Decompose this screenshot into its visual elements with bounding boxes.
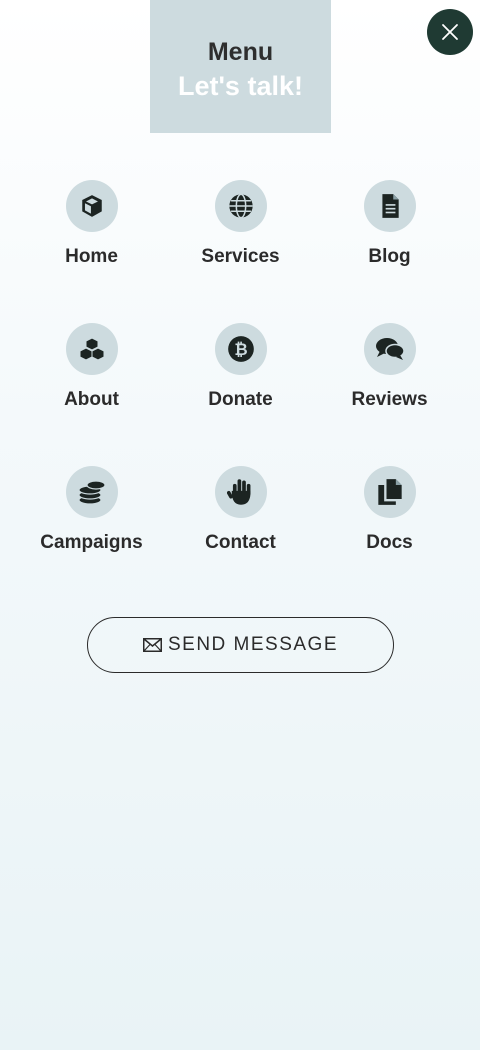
- menu-item-label: Docs: [366, 532, 413, 553]
- globe-icon: [214, 180, 267, 232]
- menu-item-label: Blog: [368, 246, 411, 267]
- menu-item-campaigns[interactable]: Campaigns: [17, 466, 166, 609]
- cube-icon: [65, 180, 118, 232]
- cubes-icon: [65, 323, 118, 375]
- document-icon: [363, 180, 416, 232]
- menu-item-label: Home: [65, 246, 118, 267]
- menu-item-label: Contact: [205, 532, 276, 553]
- menu-item-label: Donate: [208, 389, 273, 410]
- menu-item-label: Campaigns: [40, 532, 143, 553]
- menu-item-home[interactable]: Home: [17, 180, 166, 323]
- copy-icon: [363, 466, 416, 518]
- send-message-button[interactable]: SEND MESSAGE: [87, 617, 394, 673]
- menu-item-docs[interactable]: Docs: [315, 466, 464, 609]
- menu-title: Menu: [207, 37, 274, 66]
- menu-item-blog[interactable]: Blog: [315, 180, 464, 323]
- close-button[interactable]: [427, 9, 473, 55]
- menu-grid: Home Services Blog About ₿ Donate Review…: [17, 180, 464, 609]
- menu-item-contact[interactable]: Contact: [166, 466, 315, 609]
- comments-icon: [363, 323, 416, 375]
- menu-header: Menu Let's talk!: [150, 0, 331, 133]
- menu-item-label: About: [64, 389, 119, 410]
- menu-item-services[interactable]: Services: [166, 180, 315, 323]
- menu-item-reviews[interactable]: Reviews: [315, 323, 464, 466]
- coins-icon: [65, 466, 118, 518]
- menu-item-about[interactable]: About: [17, 323, 166, 466]
- send-message-label: SEND MESSAGE: [167, 634, 339, 655]
- svg-text:₿: ₿: [234, 340, 247, 359]
- close-icon: [442, 24, 458, 40]
- menu-item-label: Services: [201, 246, 280, 267]
- bitcoin-icon: ₿: [214, 323, 267, 375]
- menu-item-label: Reviews: [351, 389, 428, 410]
- menu-item-donate[interactable]: ₿ Donate: [166, 323, 315, 466]
- hand-wave-icon: [214, 466, 267, 518]
- envelope-icon: [142, 638, 162, 652]
- menu-subtitle: Let's talk!: [178, 70, 303, 101]
